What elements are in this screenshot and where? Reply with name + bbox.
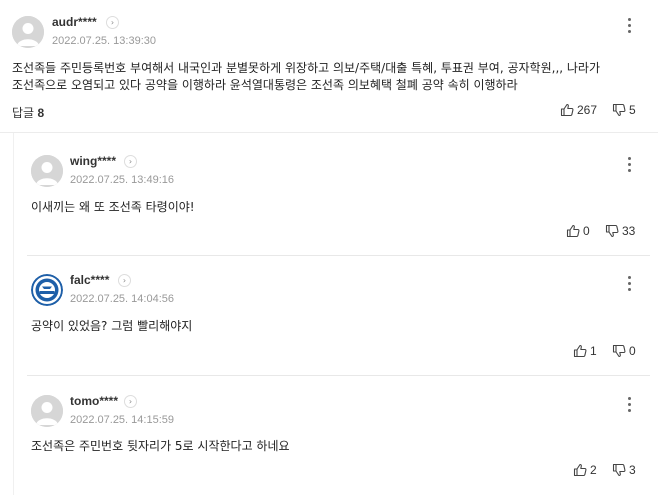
author-profile-arrow-icon[interactable]: › — [124, 395, 137, 408]
reply-date: 2022.07.25. 14:15:59 — [70, 414, 174, 426]
dislike-button[interactable]: 0 — [612, 344, 636, 358]
reply-date: 2022.07.25. 13:49:16 — [70, 174, 174, 186]
reply-label: 답글 — [12, 106, 35, 120]
comment-author[interactable]: audr**** — [52, 15, 97, 29]
like-button[interactable]: 0 — [566, 224, 590, 238]
thumbs-down-icon — [612, 103, 626, 117]
avatar[interactable] — [31, 395, 63, 427]
more-options-icon[interactable] — [624, 275, 634, 291]
reply-author[interactable]: wing**** — [70, 154, 116, 168]
more-options-icon[interactable] — [624, 396, 634, 412]
thumbs-up-icon — [560, 103, 574, 117]
reply-text: 조선족은 주민번호 뒷자리가 5로 시작한다고 하네요 — [31, 439, 290, 453]
dislike-count: 5 — [629, 103, 636, 117]
default-user-icon — [31, 395, 63, 427]
reply-author[interactable]: falc**** — [70, 273, 109, 287]
comment-date: 2022.07.25. 13:39:30 — [52, 35, 156, 47]
reply-toggle-button[interactable]: 답글 8 — [12, 104, 44, 121]
reply-count: 8 — [37, 106, 45, 120]
reply-date: 2022.07.25. 14:04:56 — [70, 293, 174, 305]
like-count: 267 — [577, 103, 598, 117]
thumbs-up-icon — [573, 463, 587, 477]
thumbs-down-icon — [612, 463, 626, 477]
default-user-icon — [12, 16, 44, 48]
reply-author[interactable]: tomo**** — [70, 394, 118, 408]
comment-text-line-2: 조선족으로 오염되고 있다 공약을 이행하라 윤석열대통령은 조선족 의보혜택 … — [12, 78, 518, 92]
thumbs-up-icon — [573, 344, 587, 358]
like-button[interactable]: 2 — [573, 463, 597, 477]
divider — [27, 255, 650, 256]
dislike-count: 0 — [629, 344, 636, 358]
avatar[interactable] — [12, 16, 44, 48]
divider — [27, 375, 650, 376]
comment-text-line-1: 조선족들 주민등록번호 부여해서 내국인과 분별못하게 위장하고 의보/주택/대… — [12, 61, 601, 75]
thumbs-down-icon — [612, 344, 626, 358]
thumbs-up-icon — [566, 224, 580, 238]
dislike-button[interactable]: 3 — [612, 463, 636, 477]
thumbs-down-icon — [605, 224, 619, 238]
more-options-icon[interactable] — [624, 17, 634, 33]
reply-text: 공약이 있었음? 그럼 빨리해야지 — [31, 319, 193, 333]
avatar[interactable] — [31, 155, 63, 187]
dislike-button[interactable]: 5 — [612, 103, 636, 117]
author-profile-arrow-icon[interactable]: › — [118, 274, 131, 287]
dislike-button[interactable]: 33 — [605, 224, 635, 238]
like-count: 0 — [583, 224, 590, 238]
default-user-icon — [31, 155, 63, 187]
author-profile-arrow-icon[interactable]: › — [124, 155, 137, 168]
like-count: 1 — [590, 344, 597, 358]
like-button[interactable]: 1 — [573, 344, 597, 358]
avatar[interactable] — [31, 274, 63, 306]
like-button[interactable]: 267 — [560, 103, 597, 117]
author-profile-arrow-icon[interactable]: › — [106, 16, 119, 29]
more-options-icon[interactable] — [624, 156, 634, 172]
reply-text: 이새끼는 왜 또 조선족 타령이야! — [31, 200, 195, 214]
blue-emblem-avatar-icon — [31, 274, 63, 306]
dislike-count: 3 — [629, 463, 636, 477]
like-count: 2 — [590, 463, 597, 477]
dislike-count: 33 — [622, 224, 636, 238]
